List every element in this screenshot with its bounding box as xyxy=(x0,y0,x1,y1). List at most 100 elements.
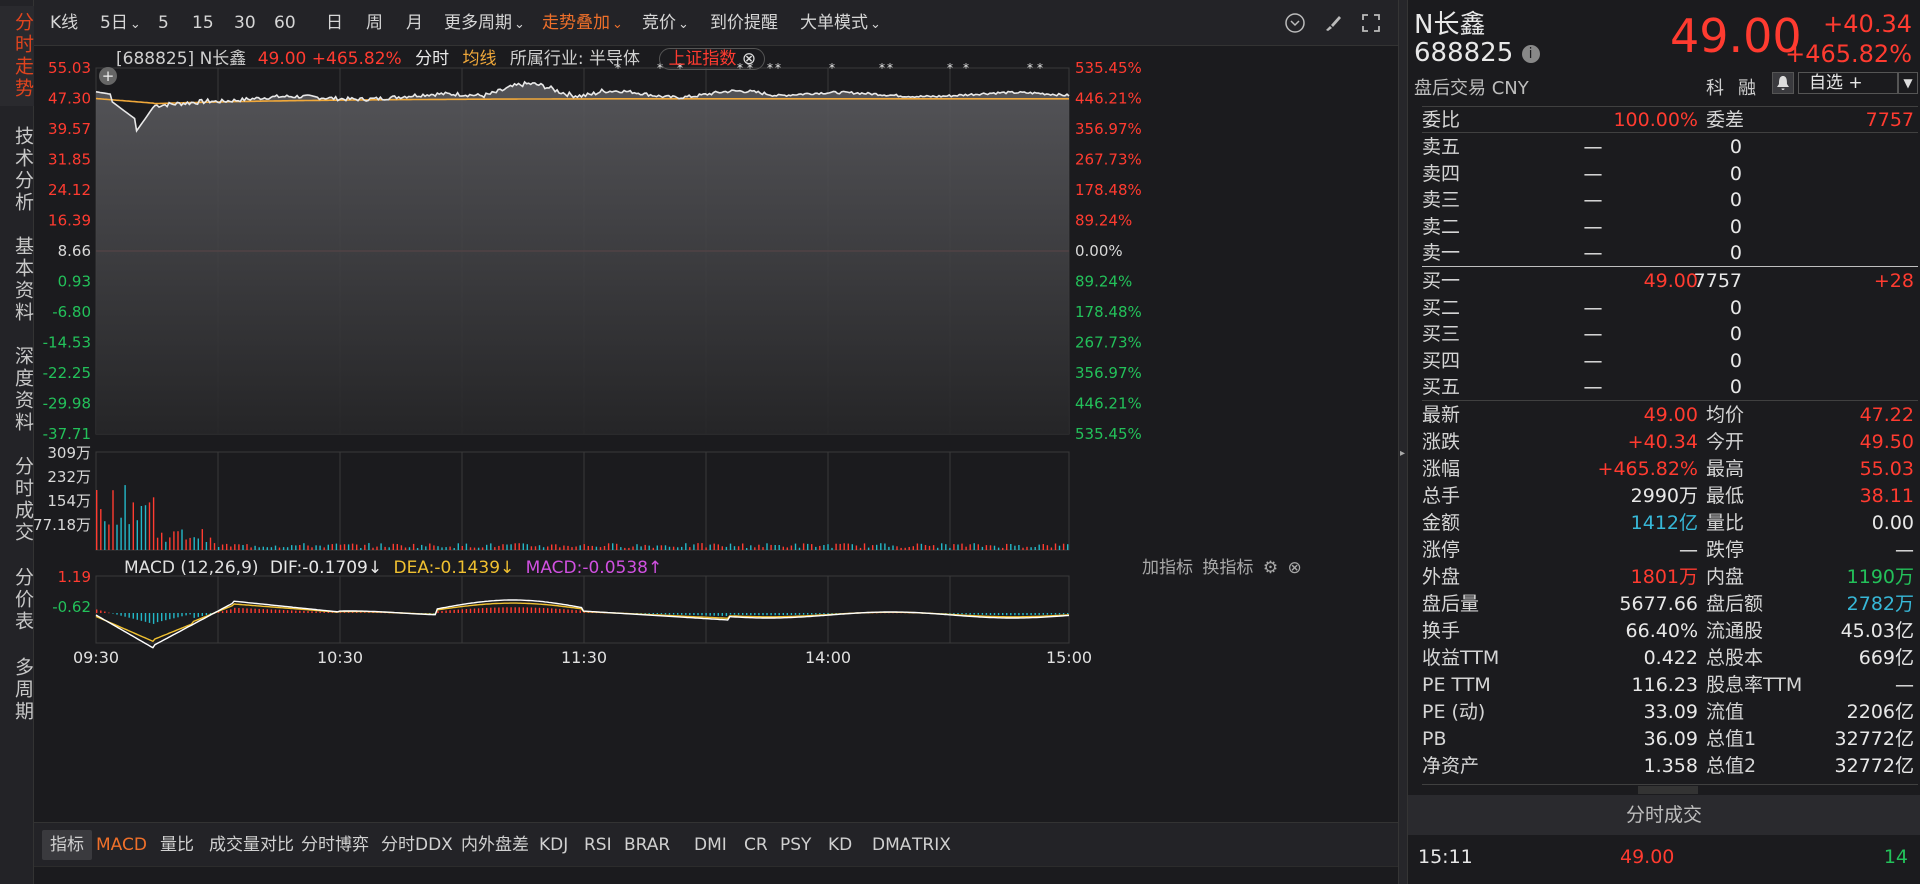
info-icon[interactable]: i xyxy=(1521,44,1540,63)
month-button[interactable]: 月 xyxy=(406,0,423,46)
tab-deep-info[interactable]: 深度资料 xyxy=(0,340,34,440)
indicator-tab[interactable]: 分时博弈 xyxy=(301,823,369,867)
stat-value: 36.09 xyxy=(1643,728,1698,750)
switch-indicator-button[interactable]: 换指标 xyxy=(1202,558,1253,578)
chevron-down-icon: ⌄ xyxy=(870,17,881,32)
volume-bar xyxy=(831,547,833,550)
price-alert-button[interactable]: 到价提醒 xyxy=(710,0,778,46)
day-button[interactable]: 日 xyxy=(326,0,343,46)
indicator-tab[interactable]: MACD xyxy=(96,823,147,867)
week-button[interactable]: 周 xyxy=(366,0,383,46)
trade-time: 15:11 xyxy=(1418,846,1473,868)
volume-bar xyxy=(258,547,260,550)
tab-technical[interactable]: 技术分析 xyxy=(0,120,34,220)
period-30-button[interactable]: 30 xyxy=(234,0,256,46)
indicator-tab[interactable]: PSY xyxy=(780,823,811,867)
indicator-tab[interactable]: TRIX xyxy=(912,823,951,867)
tab-multi-period[interactable]: 多周期 xyxy=(0,650,34,730)
collapse-icon[interactable] xyxy=(1284,12,1306,34)
collapse-handle[interactable] xyxy=(1638,786,1698,794)
auction-dropdown[interactable]: 竞价 ⌄ xyxy=(642,0,689,46)
indicator-tab[interactable]: 分时DDX xyxy=(381,823,453,867)
macd-bar xyxy=(555,608,557,613)
tab-basic-info[interactable]: 基本资料 xyxy=(0,230,34,330)
panel-splitter[interactable]: ▸ xyxy=(1398,0,1408,884)
watchlist-button[interactable]: 自选 + xyxy=(1798,72,1898,94)
indicator-tab[interactable]: 内外盘差 xyxy=(461,823,529,867)
macd-bar xyxy=(1058,613,1061,615)
macd-title: MACD (12,26,9) xyxy=(124,558,259,578)
event-marker-icon[interactable]: * xyxy=(775,61,781,75)
event-marker-icon[interactable]: * xyxy=(879,61,885,75)
more-periods-dropdown[interactable]: 更多周期 ⌄ xyxy=(444,0,525,46)
indicator-tab[interactable]: BRAR xyxy=(624,823,670,867)
stat-value-2: 47.22 xyxy=(1859,404,1914,426)
close-icon[interactable]: ⊗ xyxy=(742,49,756,69)
intraday-chart[interactable]: + * * * * * * * * * * * * * * 55.0347.3039.5731.8524.1… xyxy=(34,46,1398,822)
macd-bar xyxy=(786,613,788,616)
trades-tab[interactable]: 分时成交 xyxy=(1408,795,1920,835)
event-marker-icon[interactable]: * xyxy=(829,61,835,75)
indicator-tab[interactable]: KD xyxy=(828,823,852,867)
tag-ke: 科 xyxy=(1706,78,1724,99)
y2-axis-tick-label: 446.21% xyxy=(1075,395,1142,413)
chevron-down-icon[interactable]: ▼ xyxy=(1898,72,1918,94)
kline-button[interactable]: K线 xyxy=(50,0,78,46)
five-day-dropdown[interactable]: 5日 ⌄ xyxy=(100,0,141,46)
bid-label: 买三 xyxy=(1422,323,1461,346)
y2-axis-tick-label: 446.21% xyxy=(1075,90,1142,108)
overlay-index-tag[interactable]: 上证指数 ⊗ xyxy=(659,48,766,70)
weicha-value: 7757 xyxy=(1865,109,1914,131)
stat-label-2: 总值1 xyxy=(1706,728,1757,750)
fullscreen-icon[interactable] xyxy=(1360,12,1382,34)
indicator-tab[interactable]: DMA xyxy=(872,823,911,867)
indicator-tab[interactable]: DMI xyxy=(694,823,727,867)
volume-bar xyxy=(152,497,155,550)
info-pct: +465.82% xyxy=(311,49,402,69)
tab-intraday[interactable]: 分时走势 xyxy=(0,6,34,106)
bottom-scroll-strip[interactable] xyxy=(34,866,1398,884)
indicator-tab[interactable]: 量比 xyxy=(160,823,194,867)
volume-bar xyxy=(973,543,975,550)
stat-label-2: 总值2 xyxy=(1706,755,1757,777)
event-marker-icon[interactable]: * xyxy=(767,61,773,75)
bell-icon[interactable] xyxy=(1772,72,1794,94)
event-marker-icon[interactable]: * xyxy=(1037,61,1043,75)
ask-label: 卖五 xyxy=(1422,136,1461,158)
big-order-dropdown[interactable]: 大单模式 ⌄ xyxy=(800,0,881,46)
macd-bar xyxy=(953,613,955,614)
volume-bar xyxy=(928,545,931,550)
volume-bar xyxy=(786,547,788,550)
tab-intraday-trades[interactable]: 分时成交 xyxy=(0,450,34,550)
gear-icon[interactable]: ⚙ xyxy=(1263,558,1278,578)
indicator-tab[interactable]: RSI xyxy=(584,823,612,867)
volume-bar xyxy=(790,545,793,550)
volume-bar xyxy=(620,547,622,550)
add-indicator-button[interactable]: 加指标 xyxy=(1142,558,1193,578)
indicator-tab[interactable]: 指标 xyxy=(42,830,92,860)
trend-overlay-dropdown[interactable]: 走势叠加 ⌄ xyxy=(542,0,623,46)
indicator-tab[interactable]: 成交量对比 xyxy=(209,823,294,867)
macd-bar xyxy=(827,613,829,614)
period-5-button[interactable]: 5 xyxy=(158,0,169,46)
chart-area[interactable]: + * * * * * * * * * * * * * * 55.03 47.30 39.57 31.85 24.1… xyxy=(34,46,1398,822)
event-marker-icon[interactable]: * xyxy=(947,61,953,75)
macd-bar xyxy=(238,608,240,613)
arrow-right-icon[interactable]: ▸ xyxy=(1400,448,1405,459)
close-icon[interactable]: ⊗ xyxy=(1287,558,1301,578)
event-marker-icon[interactable]: * xyxy=(1027,61,1033,75)
period-15-button[interactable]: 15 xyxy=(192,0,214,46)
volume-bar xyxy=(303,543,305,550)
event-marker-icon[interactable]: * xyxy=(963,61,969,75)
macd-bar xyxy=(693,613,695,616)
indicator-tab[interactable]: CR xyxy=(744,823,768,867)
tab-price-table[interactable]: 分价表 xyxy=(0,560,34,640)
stat-label-2: 量比 xyxy=(1706,512,1745,534)
macd-bar xyxy=(104,611,106,613)
period-60-button[interactable]: 60 xyxy=(274,0,296,46)
volume-bar xyxy=(96,490,98,550)
indicator-tab[interactable]: KDJ xyxy=(539,823,568,867)
brush-icon[interactable] xyxy=(1322,12,1344,34)
event-marker-icon[interactable]: * xyxy=(887,61,893,75)
volume-bar xyxy=(530,546,533,550)
